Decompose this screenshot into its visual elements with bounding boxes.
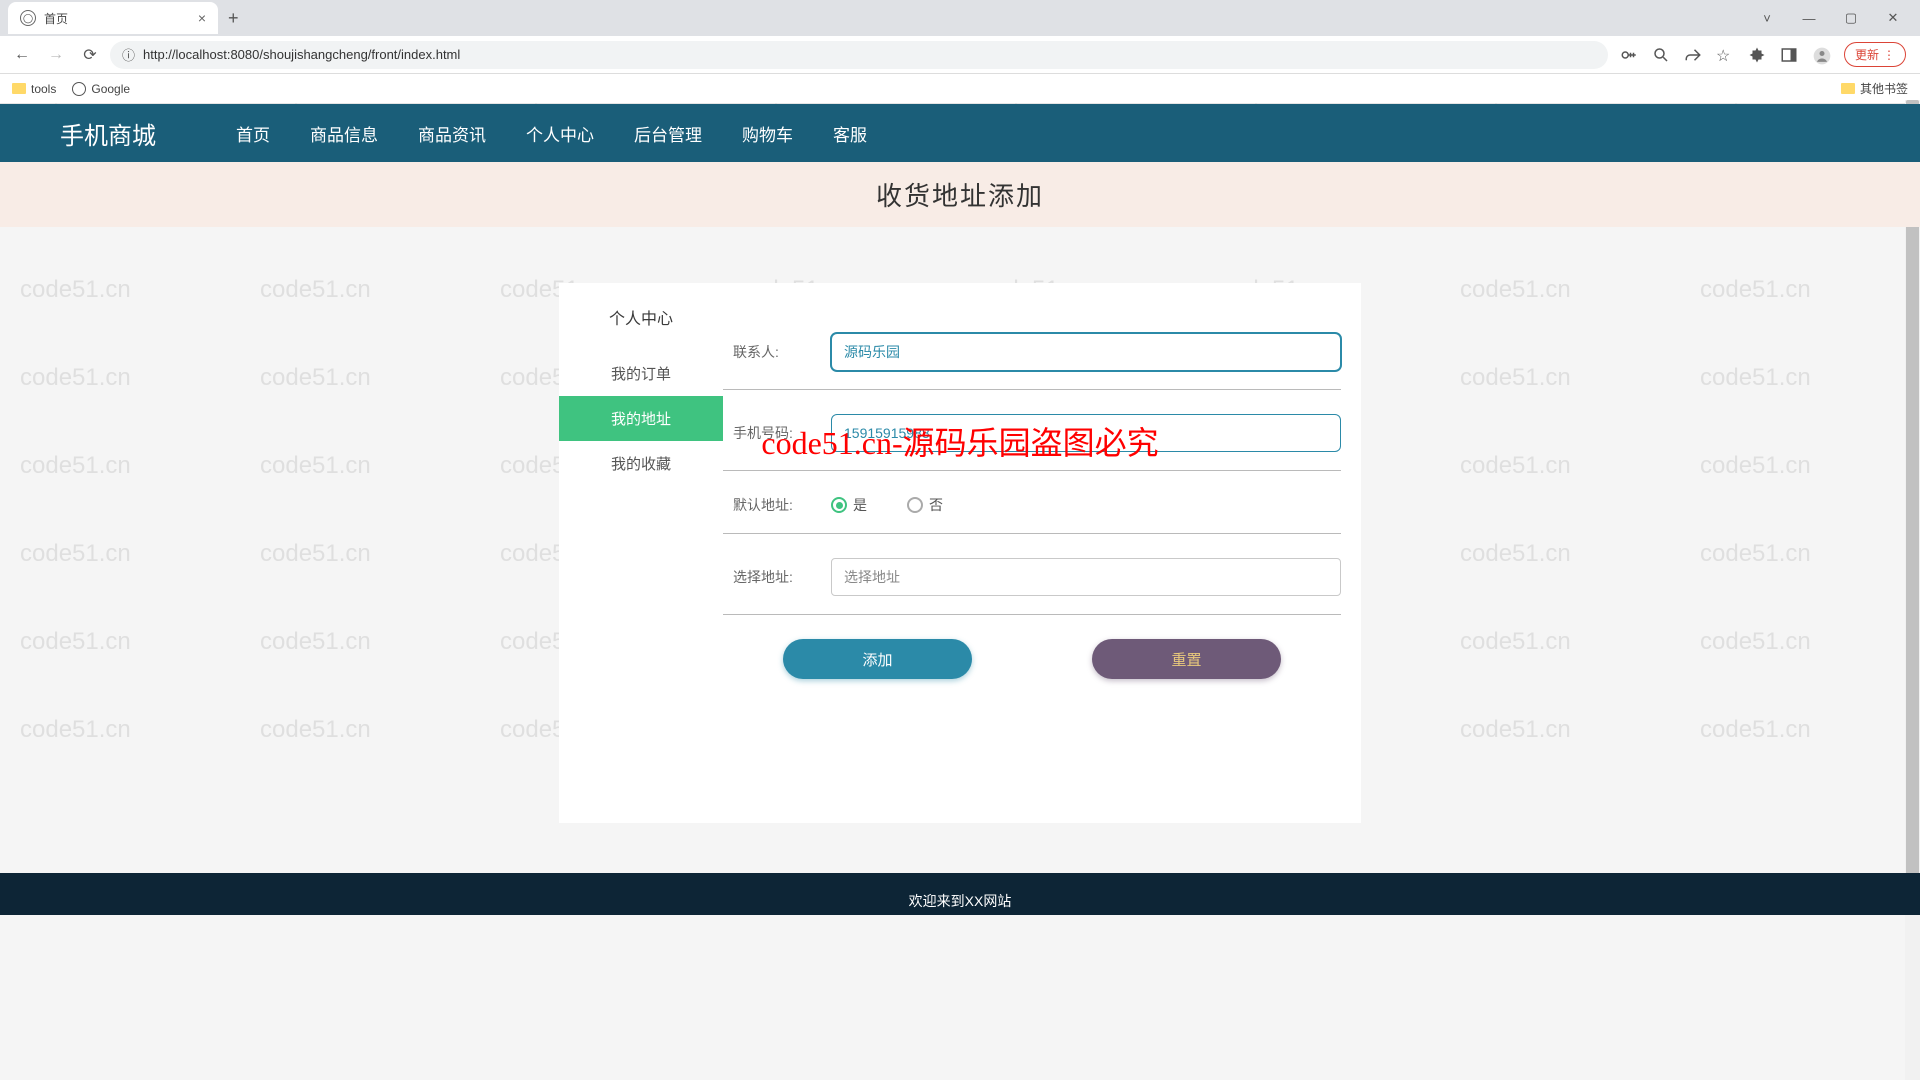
- browser-tab[interactable]: ◯ 首页 ×: [8, 2, 218, 34]
- minimize-icon[interactable]: —: [1796, 5, 1822, 31]
- extensions-icon[interactable]: [1748, 46, 1766, 64]
- scrollbar[interactable]: [1905, 100, 1920, 1080]
- reload-icon[interactable]: ⟳: [76, 41, 104, 69]
- update-button[interactable]: 更新⋮: [1844, 42, 1906, 67]
- default-addr-label: 默认地址:: [723, 495, 831, 515]
- close-icon[interactable]: ×: [198, 10, 206, 26]
- bookmark-tools[interactable]: tools: [12, 82, 56, 96]
- sidebar-item-address[interactable]: 我的地址: [559, 396, 723, 441]
- maximize-icon[interactable]: ▢: [1838, 5, 1864, 31]
- info-icon[interactable]: ⓘ: [122, 45, 135, 64]
- sidebar: 个人中心 我的订单 我的地址 我的收藏: [559, 283, 723, 823]
- tab-title: 首页: [44, 10, 68, 27]
- nav-home[interactable]: 首页: [236, 121, 270, 146]
- profile-icon[interactable]: [1812, 46, 1830, 64]
- url-input[interactable]: ⓘ http://localhost:8080/shoujishangcheng…: [110, 41, 1608, 69]
- sidebar-title: 个人中心: [559, 305, 723, 351]
- globe-icon: [72, 82, 86, 96]
- window-close-icon[interactable]: ✕: [1880, 5, 1906, 31]
- folder-icon: [1841, 83, 1855, 94]
- nav-service[interactable]: 客服: [833, 121, 867, 146]
- sidebar-item-orders[interactable]: 我的订单: [559, 351, 723, 396]
- nav-profile[interactable]: 个人中心: [526, 121, 594, 146]
- key-icon[interactable]: [1620, 46, 1638, 64]
- form: 联系人: 手机号码: 默认地址: 是 否 选择地址: 选择地址 添加 重置: [723, 283, 1361, 823]
- add-button[interactable]: 添加: [783, 639, 972, 679]
- nav-products[interactable]: 商品信息: [310, 121, 378, 146]
- url-text: http://localhost:8080/shoujishangcheng/f…: [143, 47, 460, 62]
- select-addr-label: 选择地址:: [723, 567, 831, 587]
- content: 个人中心 我的订单 我的地址 我的收藏 联系人: 手机号码: 默认地址: 是 否…: [559, 283, 1361, 823]
- bookmark-bar: tools Google 其他书签: [0, 74, 1920, 104]
- select-addr-dropdown[interactable]: 选择地址: [831, 558, 1341, 596]
- site-logo[interactable]: 手机商城: [60, 116, 156, 151]
- tab-bar: ◯ 首页 × + ˅ — ▢ ✕: [0, 0, 1920, 36]
- site-nav: 手机商城 首页 商品信息 商品资讯 个人中心 后台管理 购物车 客服: [0, 104, 1920, 162]
- tabs-dropdown-icon[interactable]: ˅: [1754, 5, 1780, 31]
- browser-chrome: ◯ 首页 × + ˅ — ▢ ✕ ← → ⟳ ⓘ http://localhos…: [0, 0, 1920, 104]
- phone-input[interactable]: [831, 414, 1341, 452]
- globe-icon: ◯: [20, 10, 36, 26]
- page-title: 收货地址添加: [0, 162, 1920, 227]
- zoom-icon[interactable]: [1652, 46, 1670, 64]
- star-icon[interactable]: ☆: [1716, 46, 1734, 64]
- bookmark-other[interactable]: 其他书签: [1841, 80, 1908, 97]
- radio-yes[interactable]: 是: [831, 495, 867, 515]
- window-controls: ˅ — ▢ ✕: [1754, 5, 1920, 31]
- address-bar: ← → ⟳ ⓘ http://localhost:8080/shoujishan…: [0, 36, 1920, 74]
- nav-cart[interactable]: 购物车: [742, 121, 793, 146]
- phone-label: 手机号码:: [723, 423, 831, 443]
- new-tab-button[interactable]: +: [218, 8, 249, 29]
- reset-button[interactable]: 重置: [1092, 639, 1281, 679]
- folder-icon: [12, 83, 26, 94]
- contact-label: 联系人:: [723, 342, 831, 362]
- forward-icon[interactable]: →: [42, 41, 70, 69]
- nav-admin[interactable]: 后台管理: [634, 121, 702, 146]
- back-icon[interactable]: ←: [8, 41, 36, 69]
- footer: 欢迎来到XX网站: [0, 873, 1920, 915]
- default-addr-radio-group: 是 否: [831, 495, 943, 515]
- radio-checked-icon: [831, 497, 847, 513]
- radio-unchecked-icon: [907, 497, 923, 513]
- radio-no[interactable]: 否: [907, 495, 943, 515]
- sidebar-item-favorites[interactable]: 我的收藏: [559, 441, 723, 486]
- bookmark-google[interactable]: Google: [72, 82, 130, 96]
- nav-news[interactable]: 商品资讯: [418, 121, 486, 146]
- share-icon[interactable]: [1684, 46, 1702, 64]
- sidepanel-icon[interactable]: [1780, 46, 1798, 64]
- contact-input[interactable]: [831, 333, 1341, 371]
